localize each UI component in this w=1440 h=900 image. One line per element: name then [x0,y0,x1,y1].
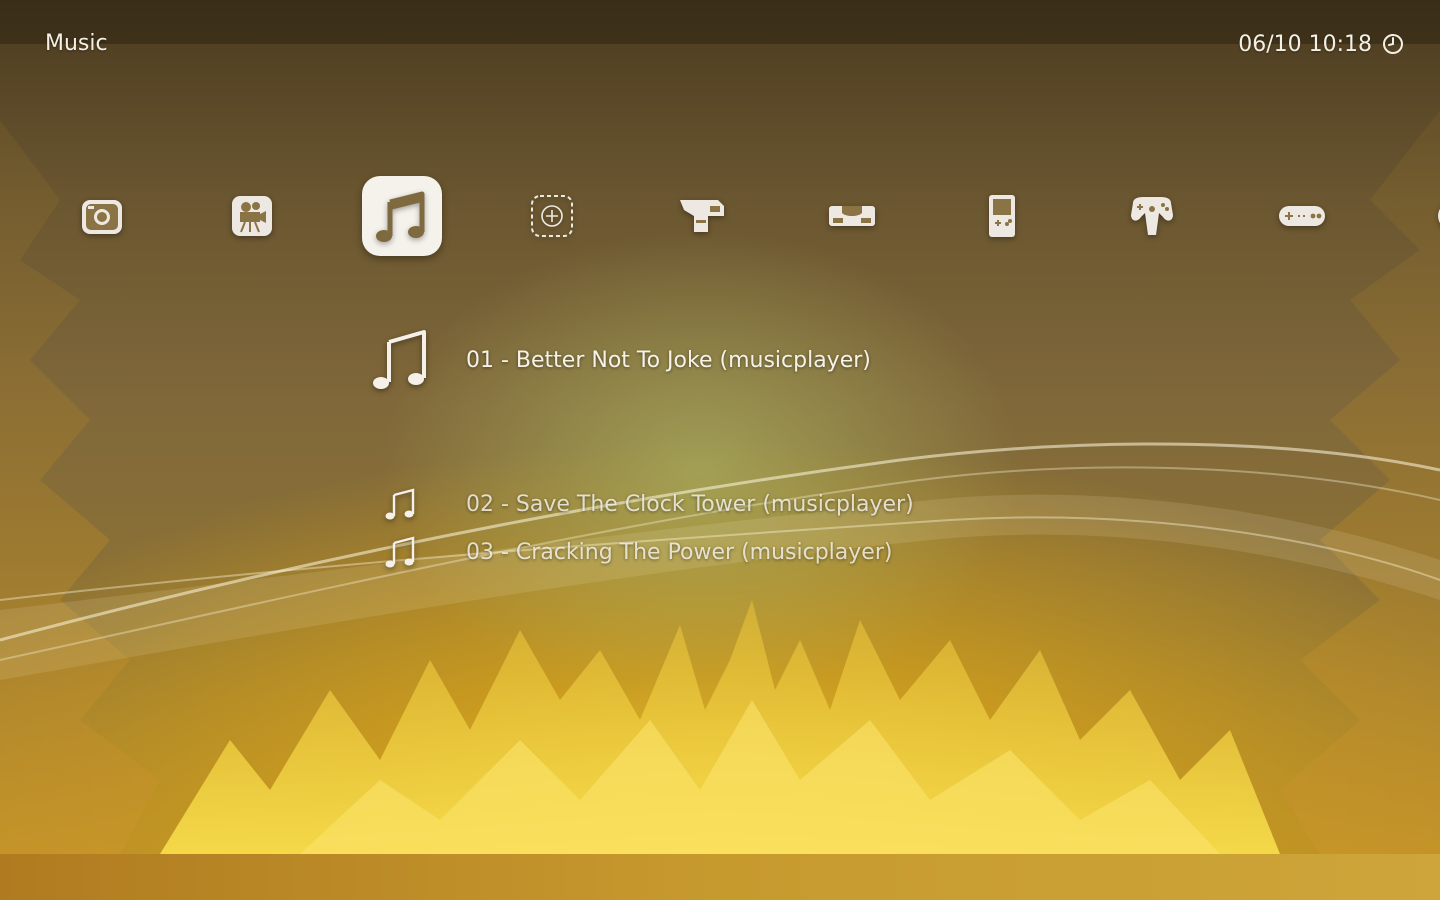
category-video[interactable] [212,176,292,256]
gamepad-icon [1279,206,1325,226]
handheld-console-icon [989,195,1015,237]
bottom-bar [0,854,1440,900]
list-item-label: 02 - Save The Clock Tower (musicplayer) [466,491,914,517]
category-arcade[interactable] [662,176,742,256]
list-item-label: 01 - Better Not To Joke (musicplayer) [466,347,871,373]
top-bar [0,0,1440,44]
category-n64[interactable] [1112,176,1192,256]
category-gamepad[interactable] [1262,176,1342,256]
datetime-label: 06/10 10:18 [1238,31,1372,57]
arcade-machine-icon [680,200,724,232]
camera-icon [82,200,122,234]
selected-category-tile [362,176,442,256]
list-item-label: 03 - Cracking The Power (musicplayer) [466,539,893,565]
list-item-selected[interactable]: 01 - Better Not To Joke (musicplayer) [360,330,871,390]
music-note-icon [373,330,426,389]
music-note-icon [385,488,415,520]
category-add[interactable] [512,176,592,256]
category-console[interactable] [812,176,892,256]
category-images[interactable] [62,176,142,256]
category-next[interactable] [1412,176,1440,256]
category-handheld[interactable] [962,176,1042,256]
item-icon [360,328,440,392]
film-camera-icon [232,196,272,236]
retro-console-icon [829,206,875,226]
category-music[interactable] [362,176,442,256]
wallpaper-background [0,110,1440,854]
page-title: Music [45,31,108,56]
clock-icon [1383,34,1403,54]
status-clock: 06/10 10:18 [1238,30,1404,58]
xmb-screen: Music 06/10 10:18 01 - Better Not To Jok… [0,0,1440,900]
item-icon [360,535,440,569]
n64-controller-icon [1131,197,1173,235]
list-item[interactable]: 03 - Cracking The Power (musicplayer) [360,522,892,582]
gamepad-icon [1438,208,1440,224]
add-content-icon [531,195,573,237]
music-note-icon [376,191,425,242]
music-note-icon [385,536,415,568]
item-icon [360,487,440,521]
